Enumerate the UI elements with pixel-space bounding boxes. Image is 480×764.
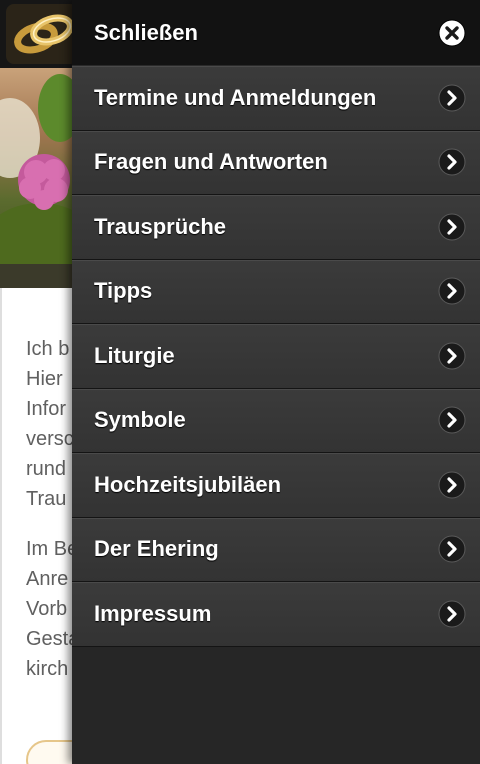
close-icon[interactable] xyxy=(438,19,466,47)
text-line: Trau xyxy=(26,488,67,510)
chevron-right-icon xyxy=(438,277,466,305)
menu-close-label: Schließen xyxy=(94,19,198,45)
menu-item-termine[interactable]: Termine und Anmeldungen xyxy=(72,66,480,131)
menu-item-label: Symbole xyxy=(94,407,186,433)
menu-item-label: Termine und Anmeldungen xyxy=(94,84,377,110)
navigation-menu: Schließen Termine und Anmeldungen Fragen… xyxy=(72,0,480,764)
menu-item-label: Hochzeitsjubiläen xyxy=(94,471,282,497)
text-line: Im Be xyxy=(26,538,79,560)
chevron-right-icon xyxy=(438,600,466,628)
menu-item-trausprueche[interactable]: Trausprüche xyxy=(72,195,480,260)
menu-item-symbole[interactable]: Symbole xyxy=(72,388,480,453)
menu-item-label: Impressum xyxy=(94,600,212,626)
menu-item-impressum[interactable]: Impressum xyxy=(72,582,480,647)
text-line: rund xyxy=(26,458,67,480)
text-line: kirch xyxy=(26,658,69,680)
chevron-right-icon xyxy=(438,471,466,499)
menu-item-hochzeitsjubilaeen[interactable]: Hochzeitsjubiläen xyxy=(72,453,480,518)
chevron-right-icon xyxy=(438,535,466,563)
menu-item-tipps[interactable]: Tipps xyxy=(72,259,480,324)
menu-item-fragen[interactable]: Fragen und Antworten xyxy=(72,130,480,195)
chevron-right-icon xyxy=(438,342,466,370)
menu-item-label: Fragen und Antworten xyxy=(94,149,328,175)
menu-item-label: Der Ehering xyxy=(94,536,219,562)
text-line: Hier xyxy=(26,368,63,390)
menu-item-label: Tipps xyxy=(94,278,153,304)
chevron-right-icon xyxy=(438,406,466,434)
menu-close-button[interactable]: Schließen xyxy=(72,0,480,66)
menu-item-label: Liturgie xyxy=(94,342,175,368)
flower-image xyxy=(18,154,70,210)
chevron-right-icon xyxy=(438,84,466,112)
text-line: Anre xyxy=(26,568,69,590)
chevron-right-icon xyxy=(438,213,466,241)
text-line: versc xyxy=(26,428,74,450)
text-line: Ich b xyxy=(26,338,70,360)
chevron-right-icon xyxy=(438,148,466,176)
wedding-rings-logo[interactable] xyxy=(6,4,78,64)
text-line: Infor xyxy=(26,398,67,420)
menu-item-liturgie[interactable]: Liturgie xyxy=(72,324,480,389)
text-line: Vorb xyxy=(26,598,68,620)
menu-item-label: Trausprüche xyxy=(94,213,227,239)
menu-item-ehering[interactable]: Der Ehering xyxy=(72,517,480,582)
